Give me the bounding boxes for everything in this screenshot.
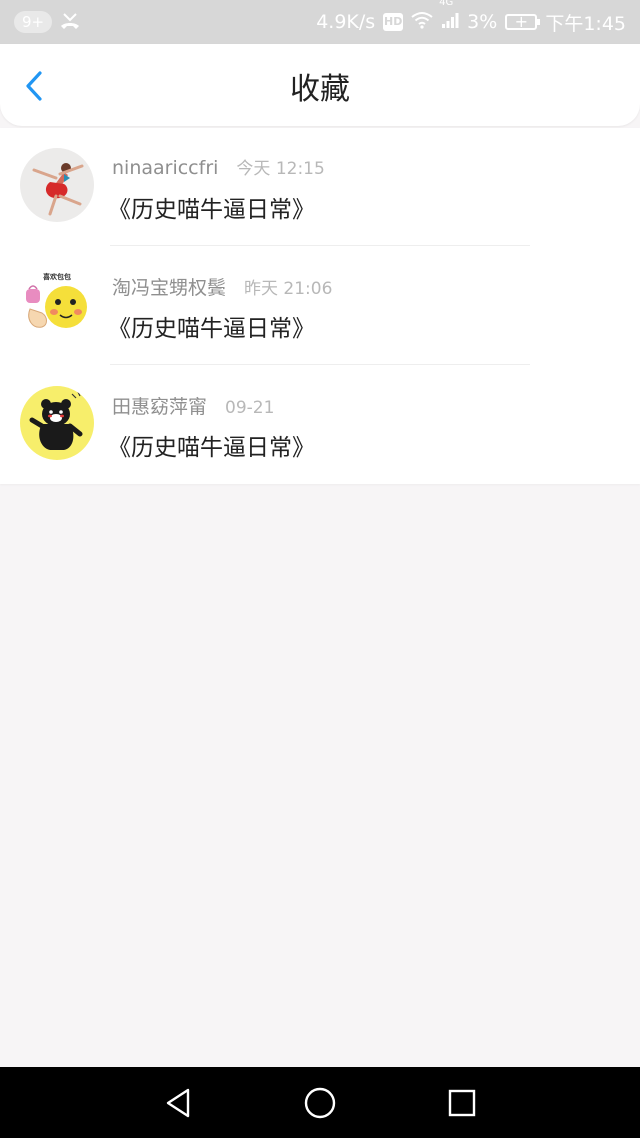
- hd-icon: HD: [383, 13, 404, 31]
- clock: 下午1:45: [545, 12, 626, 35]
- page-title: 收藏: [290, 72, 350, 107]
- bear-avatar[interactable]: [20, 386, 94, 460]
- status-right: 4.9K/s HD 4G 3% + 下午1:45: [316, 0, 626, 44]
- missed-call-icon: [58, 10, 82, 34]
- signal-icon: 4G: [439, 0, 459, 34]
- battery-percent: 3%: [467, 11, 498, 33]
- recents-square-icon[interactable]: [444, 1085, 480, 1121]
- username[interactable]: ninaariccfri: [112, 157, 218, 179]
- username[interactable]: 田惠窈萍甯: [112, 392, 207, 419]
- list-item[interactable]: ninaariccfri 今天 12:15 《历史喵牛逼日常》: [0, 128, 640, 246]
- status-bar: 9+ 4.9K/s HD 4G 3% + 下午1:45: [0, 0, 640, 44]
- post-title[interactable]: 《历史喵牛逼日常》: [108, 190, 315, 224]
- network-type: 4G: [439, 0, 454, 8]
- timestamp: 今天 12:15: [236, 159, 325, 179]
- item-meta: 田惠窈萍甯 09-21: [112, 392, 274, 419]
- network-speed: 4.9K/s: [316, 11, 376, 33]
- chevron-left-icon: [26, 71, 42, 101]
- dancer-avatar[interactable]: [20, 148, 94, 222]
- battery-charging-icon: +: [505, 12, 541, 31]
- timestamp: 昨天 21:06: [244, 279, 333, 299]
- back-triangle-icon[interactable]: [160, 1085, 196, 1121]
- notification-badge: 9+: [14, 11, 52, 33]
- post-title[interactable]: 《历史喵牛逼日常》: [108, 428, 315, 462]
- header: 收藏: [0, 44, 640, 126]
- list-item[interactable]: 喜欢包包 淘冯宝甥权鬓 昨天 21:06 《历史喵牛逼日常》: [0, 246, 640, 365]
- home-circle-icon[interactable]: [302, 1085, 338, 1121]
- list-item[interactable]: 田惠窈萍甯 09-21 《历史喵牛逼日常》: [0, 365, 640, 484]
- username[interactable]: 淘冯宝甥权鬓: [112, 273, 226, 300]
- item-meta: ninaariccfri 今天 12:15: [112, 154, 325, 179]
- wifi-icon: [411, 11, 433, 34]
- back-button[interactable]: [14, 66, 54, 106]
- avatar-caption: 喜欢包包: [43, 272, 71, 281]
- post-title[interactable]: 《历史喵牛逼日常》: [108, 309, 315, 343]
- emoji-sticker-avatar[interactable]: 喜欢包包: [20, 267, 94, 341]
- favorites-screen: 9+ 4.9K/s HD 4G 3% + 下午1:45 收藏 ninaaricc…: [0, 0, 640, 1138]
- timestamp: 09-21: [225, 398, 275, 418]
- navigation-bar: [0, 1067, 640, 1138]
- item-meta: 淘冯宝甥权鬓 昨天 21:06: [112, 273, 332, 300]
- favorites-list: ninaariccfri 今天 12:15 《历史喵牛逼日常》 喜欢包包 淘冯宝…: [0, 128, 640, 484]
